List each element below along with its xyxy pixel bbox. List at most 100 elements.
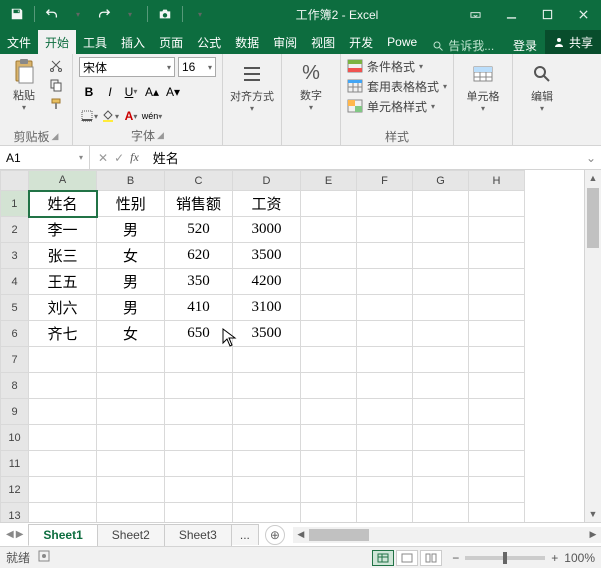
paste-dropdown[interactable]: ▾ xyxy=(22,103,26,112)
cell-E10[interactable] xyxy=(301,425,357,451)
font-color-icon[interactable]: A▾ xyxy=(121,106,141,126)
qat-customize[interactable]: ▾ xyxy=(189,3,211,25)
sheet-tab-sheet3[interactable]: Sheet3 xyxy=(164,524,232,546)
tab-view[interactable]: 视图 xyxy=(304,30,342,54)
tab-formula[interactable]: 公式 xyxy=(190,30,228,54)
cell-H10[interactable] xyxy=(469,425,525,451)
cell-D1[interactable]: 工资 xyxy=(233,191,301,217)
cell-E6[interactable] xyxy=(301,321,357,347)
cell-H2[interactable] xyxy=(469,217,525,243)
cell-D5[interactable]: 3100 xyxy=(233,295,301,321)
cell-H9[interactable] xyxy=(469,399,525,425)
cell-C5[interactable]: 410 xyxy=(165,295,233,321)
cell-D13[interactable] xyxy=(233,503,301,523)
cell-B1[interactable]: 性别 xyxy=(97,191,165,217)
cell-E5[interactable] xyxy=(301,295,357,321)
vertical-scrollbar[interactable]: ▲ ▼ xyxy=(584,170,601,522)
maximize-icon[interactable] xyxy=(529,0,565,28)
italic-button[interactable]: I xyxy=(100,82,120,102)
cell-B7[interactable] xyxy=(97,347,165,373)
cut-icon[interactable] xyxy=(46,57,66,75)
cell-E13[interactable] xyxy=(301,503,357,523)
cell-E1[interactable] xyxy=(301,191,357,217)
row-header-13[interactable]: 13 xyxy=(1,503,29,523)
border-icon[interactable]: ▾ xyxy=(79,106,99,126)
col-header-E[interactable]: E xyxy=(301,171,357,191)
cell-F13[interactable] xyxy=(357,503,413,523)
cell-D12[interactable] xyxy=(233,477,301,503)
cell-C3[interactable]: 620 xyxy=(165,243,233,269)
cell-C12[interactable] xyxy=(165,477,233,503)
cell-G2[interactable] xyxy=(413,217,469,243)
cell-H13[interactable] xyxy=(469,503,525,523)
cell-F2[interactable] xyxy=(357,217,413,243)
cell-C10[interactable] xyxy=(165,425,233,451)
cell-B3[interactable]: 女 xyxy=(97,243,165,269)
cell-styles-button[interactable]: 单元格样式▾ xyxy=(347,97,447,115)
cell-F11[interactable] xyxy=(357,451,413,477)
cell-H3[interactable] xyxy=(469,243,525,269)
cell-H12[interactable] xyxy=(469,477,525,503)
cell-G12[interactable] xyxy=(413,477,469,503)
cell-E2[interactable] xyxy=(301,217,357,243)
cell-H7[interactable] xyxy=(469,347,525,373)
cell-F9[interactable] xyxy=(357,399,413,425)
cell-A8[interactable] xyxy=(29,373,97,399)
macro-record-icon[interactable] xyxy=(38,550,50,565)
minimize-icon[interactable] xyxy=(493,0,529,28)
row-header-12[interactable]: 12 xyxy=(1,477,29,503)
phonetic-icon[interactable]: wén▾ xyxy=(142,106,162,126)
login-link[interactable]: 登录 xyxy=(505,37,545,54)
tab-data[interactable]: 数据 xyxy=(228,30,266,54)
cell-F12[interactable] xyxy=(357,477,413,503)
tab-power[interactable]: Powe xyxy=(380,30,424,54)
cancel-formula-icon[interactable]: ✕ xyxy=(98,151,108,165)
cell-E3[interactable] xyxy=(301,243,357,269)
editing-button[interactable]: 编辑 ▾ xyxy=(519,57,565,117)
cell-E8[interactable] xyxy=(301,373,357,399)
camera-icon[interactable] xyxy=(154,3,176,25)
horizontal-scrollbar[interactable]: ◀ ▶ xyxy=(293,527,601,543)
name-box[interactable]: A1▾ xyxy=(0,146,90,169)
sheet-nav[interactable]: ◀▶ xyxy=(0,529,29,540)
conditional-format-button[interactable]: 条件格式▾ xyxy=(347,57,447,75)
grid[interactable]: ABCDEFGH1姓名性别销售额工资2李一男52030003张三女6203500… xyxy=(0,170,584,522)
cell-E4[interactable] xyxy=(301,269,357,295)
cell-C8[interactable] xyxy=(165,373,233,399)
cell-G7[interactable] xyxy=(413,347,469,373)
scroll-left-arrow[interactable]: ◀ xyxy=(293,529,309,540)
tab-review[interactable]: 审阅 xyxy=(266,30,304,54)
cell-G5[interactable] xyxy=(413,295,469,321)
view-normal-icon[interactable] xyxy=(372,550,394,566)
cell-C4[interactable]: 350 xyxy=(165,269,233,295)
cell-G6[interactable] xyxy=(413,321,469,347)
expand-formula-bar[interactable]: ⌄ xyxy=(581,151,601,165)
cell-C13[interactable] xyxy=(165,503,233,523)
cell-G8[interactable] xyxy=(413,373,469,399)
tab-layout[interactable]: 页面 xyxy=(152,30,190,54)
cell-A1[interactable]: 姓名 xyxy=(29,191,97,217)
cell-E9[interactable] xyxy=(301,399,357,425)
sheet-tab-sheet1[interactable]: Sheet1 xyxy=(28,524,97,546)
clipboard-dialog-launcher[interactable]: ◢ xyxy=(52,131,59,142)
redo-dropdown[interactable]: ▾ xyxy=(119,3,141,25)
scroll-right-arrow[interactable]: ▶ xyxy=(585,529,601,540)
cell-B2[interactable]: 男 xyxy=(97,217,165,243)
cell-G1[interactable] xyxy=(413,191,469,217)
cell-A10[interactable] xyxy=(29,425,97,451)
sheet-tab-sheet2[interactable]: Sheet2 xyxy=(97,524,165,546)
increase-font-icon[interactable]: A▴ xyxy=(142,82,162,102)
cell-D6[interactable]: 3500 xyxy=(233,321,301,347)
tab-home[interactable]: 开始 xyxy=(38,30,76,54)
font-dialog-launcher[interactable]: ◢ xyxy=(157,130,164,141)
cell-D9[interactable] xyxy=(233,399,301,425)
cell-D10[interactable] xyxy=(233,425,301,451)
copy-icon[interactable] xyxy=(46,76,66,94)
cell-G10[interactable] xyxy=(413,425,469,451)
cell-E12[interactable] xyxy=(301,477,357,503)
sheet-tab-more[interactable]: ... xyxy=(231,524,259,545)
cell-C2[interactable]: 520 xyxy=(165,217,233,243)
cell-A2[interactable]: 李一 xyxy=(29,217,97,243)
tell-me[interactable]: 告诉我... xyxy=(424,37,505,54)
view-layout-icon[interactable] xyxy=(396,550,418,566)
